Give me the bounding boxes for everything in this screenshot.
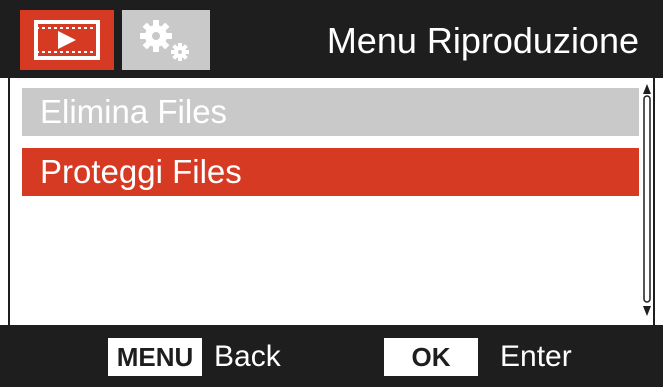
- footer-bar: MENU Back OK Enter: [0, 325, 663, 387]
- tab-playback[interactable]: [20, 10, 114, 70]
- ok-key-badge[interactable]: OK: [384, 338, 478, 376]
- scroll-down-arrow-icon[interactable]: [643, 306, 651, 316]
- menu-item-protect-files[interactable]: Proteggi Files: [22, 148, 639, 196]
- back-label: Back: [214, 340, 281, 373]
- enter-label: Enter: [500, 340, 572, 373]
- playback-menu-screen: Menu Riproduzione Elimina Files Proteggi…: [0, 0, 663, 387]
- scrollbar[interactable]: [639, 80, 655, 320]
- settings-gears-icon: [140, 20, 189, 61]
- menu-list: Elimina Files Proteggi Files: [8, 78, 655, 325]
- playback-icon: [34, 20, 100, 60]
- scroll-track[interactable]: [643, 95, 651, 303]
- page-title: Menu Riproduzione: [326, 20, 639, 61]
- tab-settings[interactable]: [122, 10, 210, 70]
- menu-key-badge[interactable]: MENU: [108, 338, 202, 376]
- header-bar: Menu Riproduzione: [0, 0, 663, 78]
- scroll-up-arrow-icon[interactable]: [643, 84, 651, 94]
- menu-item-delete-files[interactable]: Elimina Files: [22, 88, 639, 136]
